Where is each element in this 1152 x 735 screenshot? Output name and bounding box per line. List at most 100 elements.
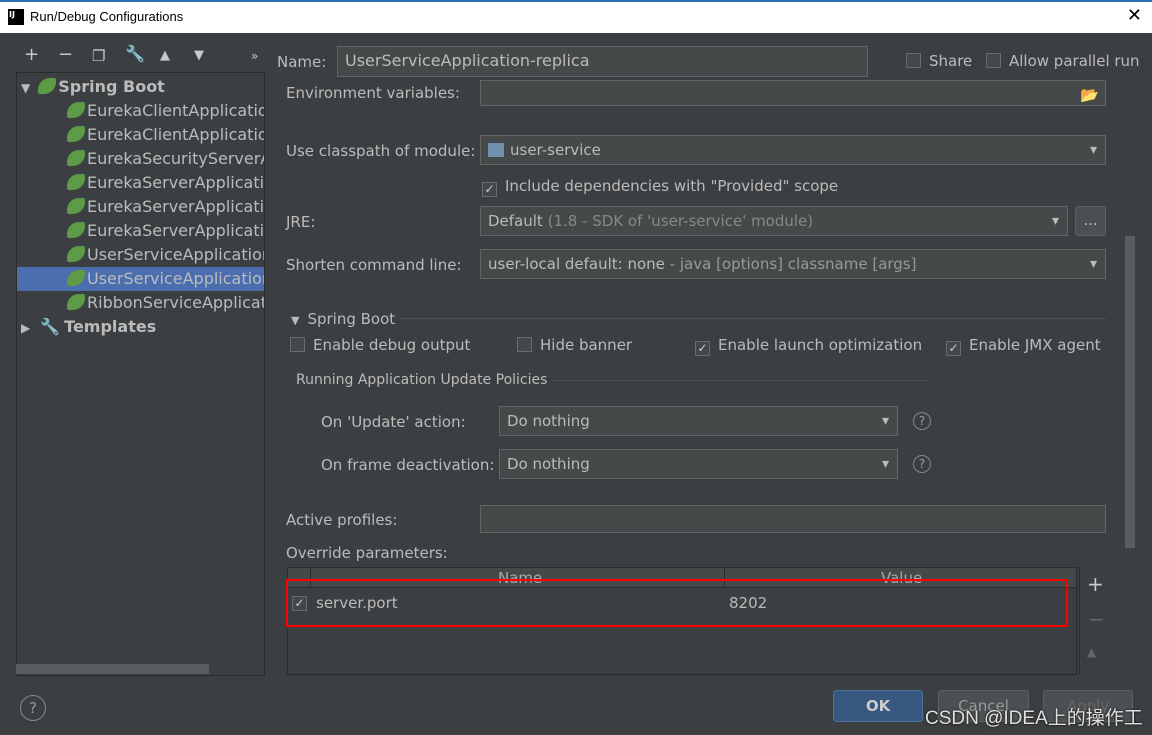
env-label: Environment variables: bbox=[286, 84, 460, 102]
divider bbox=[400, 318, 1106, 319]
override-label: Override parameters: bbox=[286, 544, 448, 562]
tree-item[interactable]: EurekaServerApplication bbox=[17, 171, 265, 195]
jmx-checkbox[interactable]: ✓ Enable JMX agent bbox=[946, 336, 1101, 356]
tree-item-label: EurekaServerApplication bbox=[87, 221, 265, 240]
tree-item[interactable]: UserServiceApplication bbox=[17, 243, 265, 267]
more-icon[interactable]: » bbox=[251, 49, 258, 63]
tree-horizontal-scrollbar[interactable] bbox=[16, 664, 209, 674]
ok-button[interactable]: OK bbox=[833, 690, 923, 722]
jre-detail: (1.8 - SDK of 'user-service' module) bbox=[547, 212, 814, 230]
jre-select[interactable]: Default (1.8 - SDK of 'user-service' mod… bbox=[480, 206, 1068, 236]
wrench-icon: 🔧 bbox=[40, 317, 61, 336]
name-input[interactable]: UserServiceApplication-replica bbox=[337, 46, 868, 77]
spring-boot-icon bbox=[67, 126, 85, 142]
jre-value: Default bbox=[488, 212, 543, 230]
classpath-value: user-service bbox=[510, 141, 601, 159]
close-icon[interactable]: ✕ bbox=[1127, 5, 1142, 26]
minus-icon[interactable]: − bbox=[58, 44, 73, 65]
tree-item[interactable]: EurekaServerApplication bbox=[17, 195, 265, 219]
tree-item[interactable]: EurekaClientApplication bbox=[17, 99, 265, 123]
table-side-toolbar: + − ▲ bbox=[1079, 567, 1109, 675]
classpath-label: Use classpath of module: bbox=[286, 142, 476, 160]
tree-item-label: EurekaServerApplication bbox=[87, 197, 265, 216]
update-action-label: On 'Update' action: bbox=[321, 413, 466, 431]
add-row-icon[interactable]: + bbox=[1087, 572, 1104, 596]
folder-icon[interactable]: 📂 bbox=[1080, 81, 1099, 109]
shorten-label: Shorten command line: bbox=[286, 256, 462, 274]
name-label: Name: bbox=[277, 53, 327, 71]
spring-boot-icon bbox=[67, 174, 85, 190]
tree-item-label: UserServiceApplication bbox=[87, 245, 265, 264]
share-label: Share bbox=[929, 52, 973, 70]
shorten-value: user-local default: none bbox=[488, 255, 665, 273]
spring-boot-icon bbox=[67, 198, 85, 214]
group-label: Spring Boot bbox=[58, 77, 165, 96]
remove-row-icon[interactable]: − bbox=[1088, 607, 1105, 631]
share-checkbox[interactable]: Share bbox=[906, 52, 972, 70]
allow-parallel-checkbox[interactable]: Allow parallel run bbox=[986, 52, 1140, 70]
divider bbox=[552, 380, 929, 381]
frame-deactivation-select[interactable]: Do nothing bbox=[499, 449, 898, 479]
arrow-down-icon[interactable]: ▼ bbox=[194, 48, 204, 63]
include-deps-checkbox[interactable]: ✓ Include dependencies with "Provided" sc… bbox=[482, 177, 838, 197]
env-input[interactable]: 📂 bbox=[480, 80, 1106, 106]
active-profiles-input[interactable] bbox=[480, 505, 1106, 533]
help-button[interactable]: ? bbox=[20, 695, 46, 721]
update-action-select[interactable]: Do nothing bbox=[499, 406, 898, 436]
tree-item-label: EurekaClientApplication- bbox=[87, 125, 265, 144]
tree-item[interactable]: RibbonServiceApplicatic bbox=[17, 291, 264, 315]
templates-label: Templates bbox=[64, 317, 157, 336]
intellij-logo: IJ bbox=[8, 9, 24, 25]
form-vertical-scrollbar[interactable] bbox=[1125, 236, 1135, 548]
classpath-select[interactable]: user-service bbox=[480, 135, 1106, 165]
module-icon bbox=[488, 143, 504, 157]
hide-banner-label: Hide banner bbox=[540, 336, 633, 354]
debug-output-checkbox[interactable]: Enable debug output bbox=[290, 336, 470, 354]
section-label: Spring Boot bbox=[307, 310, 396, 328]
spring-boot-section[interactable]: ▼ Spring Boot bbox=[291, 310, 395, 328]
tree-item-label: EurekaSecurityServerApp bbox=[87, 149, 264, 168]
allow-parallel-label: Allow parallel run bbox=[1009, 52, 1140, 70]
copy-icon[interactable]: ❐ bbox=[92, 47, 105, 65]
spring-boot-icon bbox=[67, 270, 85, 286]
shorten-select[interactable]: user-local default: none - java [options… bbox=[480, 249, 1106, 279]
move-up-icon[interactable]: ▲ bbox=[1087, 645, 1096, 659]
highlight-box bbox=[286, 579, 1068, 627]
debug-output-label: Enable debug output bbox=[313, 336, 471, 354]
tree-item-label: UserServiceApplication-r bbox=[87, 269, 265, 288]
spring-boot-icon bbox=[67, 102, 85, 118]
arrow-up-icon[interactable]: ▲ bbox=[160, 48, 170, 63]
tree-group-spring-boot[interactable]: ▼ Spring Boot bbox=[17, 75, 264, 99]
tree-item[interactable]: EurekaServerApplication bbox=[17, 219, 265, 243]
jre-browse-button[interactable]: ... bbox=[1075, 206, 1106, 236]
help-icon[interactable]: ? bbox=[913, 455, 931, 473]
launch-optimization-checkbox[interactable]: ✓ Enable launch optimization bbox=[695, 336, 922, 356]
tree-item[interactable]: EurekaSecurityServerApp bbox=[17, 147, 264, 171]
launch-opt-label: Enable launch optimization bbox=[718, 336, 923, 354]
plus-icon[interactable]: + bbox=[24, 44, 39, 65]
title-bar: IJ Run/Debug Configurations ✕ bbox=[0, 0, 1152, 33]
window-title: Run/Debug Configurations bbox=[30, 9, 184, 24]
shorten-detail: - java [options] classname [args] bbox=[669, 255, 917, 273]
frame-deactivation-label: On frame deactivation: bbox=[321, 456, 495, 474]
wrench-icon[interactable]: 🔧 bbox=[125, 44, 145, 63]
tree-item[interactable]: EurekaClientApplication- bbox=[17, 123, 265, 147]
tree-item-label: EurekaClientApplication bbox=[87, 101, 265, 120]
policies-title: Running Application Update Policies bbox=[296, 372, 548, 388]
spring-boot-icon bbox=[67, 150, 85, 166]
spring-boot-icon bbox=[67, 294, 85, 310]
tree-group-templates[interactable]: ▶ 🔧 Templates bbox=[17, 315, 264, 339]
spring-boot-icon bbox=[67, 222, 85, 238]
jre-label: JRE: bbox=[286, 213, 316, 231]
spring-boot-icon bbox=[38, 78, 57, 94]
help-icon[interactable]: ? bbox=[913, 412, 931, 430]
jmx-label: Enable JMX agent bbox=[969, 336, 1101, 354]
tree-item[interactable]: UserServiceApplication-r bbox=[17, 267, 265, 291]
tree-item-label: EurekaServerApplication bbox=[87, 173, 265, 192]
watermark: CSDN @IDEA上的操作工 bbox=[925, 708, 1143, 729]
spring-boot-icon bbox=[67, 246, 85, 262]
hide-banner-checkbox[interactable]: Hide banner bbox=[517, 336, 632, 354]
include-deps-label: Include dependencies with "Provided" sco… bbox=[505, 177, 839, 195]
config-tree: ▼ Spring Boot EurekaClientApplication Eure… bbox=[16, 72, 265, 676]
active-profiles-label: Active profiles: bbox=[286, 511, 398, 529]
